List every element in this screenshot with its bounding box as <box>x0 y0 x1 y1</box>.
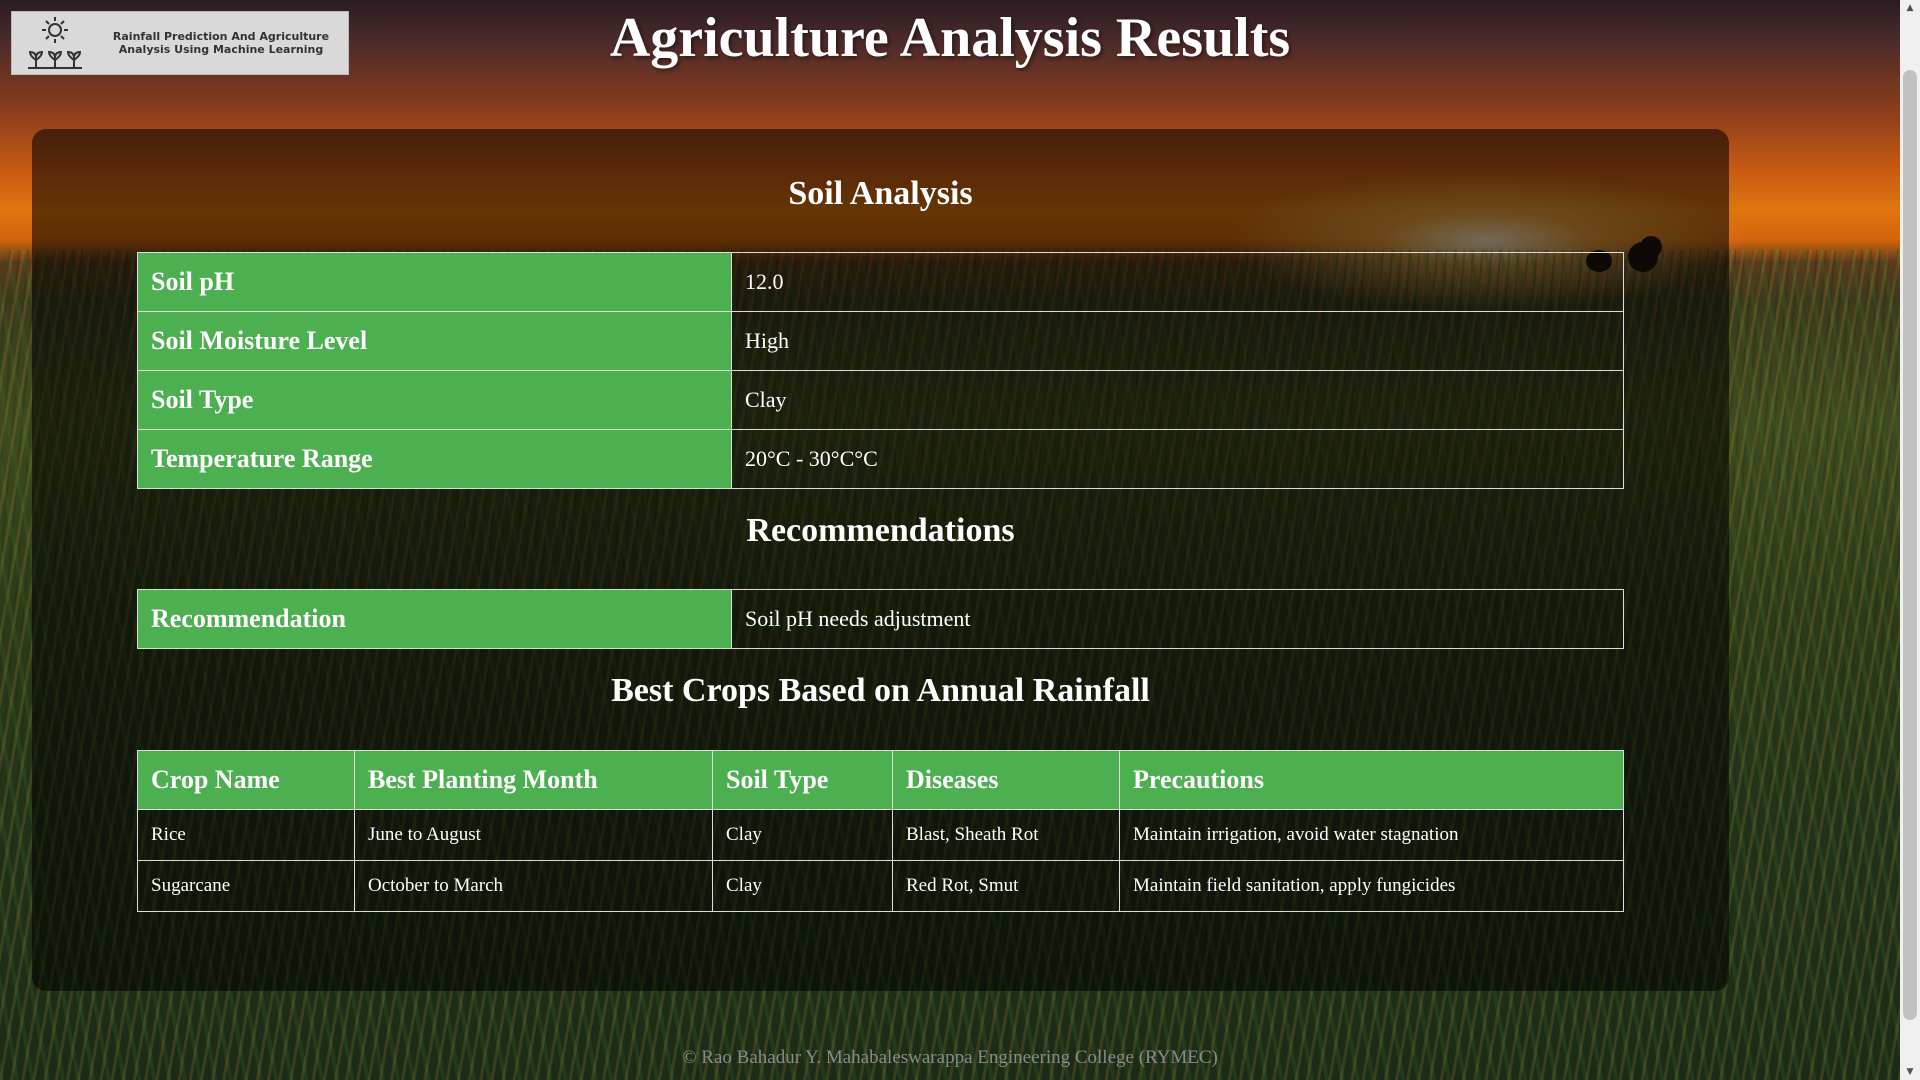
soil-ph-value: 12.0 <box>731 252 1624 312</box>
page-title: Agriculture Analysis Results <box>609 7 1291 69</box>
soil-ph-label: Soil pH <box>137 252 732 312</box>
scroll-up-arrow-icon[interactable]: ▲ <box>1900 0 1920 16</box>
soil-moisture-label: Soil Moisture Level <box>137 311 732 371</box>
precautions-cell: Maintain irrigation, avoid water stagnat… <box>1119 809 1624 861</box>
table-header-row: Crop Name Best Planting Month Soil Type … <box>137 750 1624 810</box>
column-header-planting-month: Best Planting Month <box>354 750 713 810</box>
soil-analysis-table: Soil pH 12.0 Soil Moisture Level High So… <box>137 252 1624 489</box>
recommendation-label: Recommendation <box>137 589 732 649</box>
soil-type-cell: Clay <box>712 809 893 861</box>
scrollbar-thumb[interactable] <box>1903 70 1917 1020</box>
table-row: Sugarcane October to March Clay Red Rot,… <box>137 860 1624 912</box>
vertical-scrollbar[interactable]: ▲ ▼ <box>1900 0 1920 1080</box>
planting-month-cell: June to August <box>354 809 713 861</box>
column-header-precautions: Precautions <box>1119 750 1624 810</box>
recommendations-heading: Recommendations <box>746 512 1015 549</box>
precautions-cell: Maintain field sanitation, apply fungici… <box>1119 860 1624 912</box>
recommendation-value: Soil pH needs adjustment <box>731 589 1624 649</box>
diseases-cell: Blast, Sheath Rot <box>892 809 1120 861</box>
results-panel: Soil Analysis Soil pH 12.0 Soil Moisture… <box>32 129 1729 991</box>
table-row: Recommendation Soil pH needs adjustment <box>137 589 1624 649</box>
temperature-range-value: 20°C - 30°C°C <box>731 429 1624 489</box>
footer-copyright: © Rao Bahadur Y. Mahabaleswarappa Engine… <box>682 1047 1218 1068</box>
table-row: Temperature Range 20°C - 30°C°C <box>137 429 1624 489</box>
crop-name-cell: Sugarcane <box>137 860 355 912</box>
best-crops-table: Crop Name Best Planting Month Soil Type … <box>137 750 1624 912</box>
page-background: Rainfall Prediction And Agriculture Anal… <box>0 0 1920 1080</box>
scroll-down-arrow-icon[interactable]: ▼ <box>1900 1064 1920 1080</box>
table-row: Soil pH 12.0 <box>137 252 1624 312</box>
column-header-crop-name: Crop Name <box>137 750 355 810</box>
recommendations-table: Recommendation Soil pH needs adjustment <box>137 589 1624 649</box>
soil-analysis-heading: Soil Analysis <box>788 175 973 212</box>
column-header-diseases: Diseases <box>892 750 1120 810</box>
crop-name-cell: Rice <box>137 809 355 861</box>
diseases-cell: Red Rot, Smut <box>892 860 1120 912</box>
best-crops-heading: Best Crops Based on Annual Rainfall <box>611 672 1150 709</box>
table-row: Soil Type Clay <box>137 370 1624 430</box>
table-row: Rice June to August Clay Blast, Sheath R… <box>137 809 1624 861</box>
temperature-range-label: Temperature Range <box>137 429 732 489</box>
soil-moisture-value: High <box>731 311 1624 371</box>
soil-type-cell: Clay <box>712 860 893 912</box>
soil-type-label: Soil Type <box>137 370 732 430</box>
planting-month-cell: October to March <box>354 860 713 912</box>
column-header-soil-type: Soil Type <box>712 750 893 810</box>
table-row: Soil Moisture Level High <box>137 311 1624 371</box>
soil-type-value: Clay <box>731 370 1624 430</box>
